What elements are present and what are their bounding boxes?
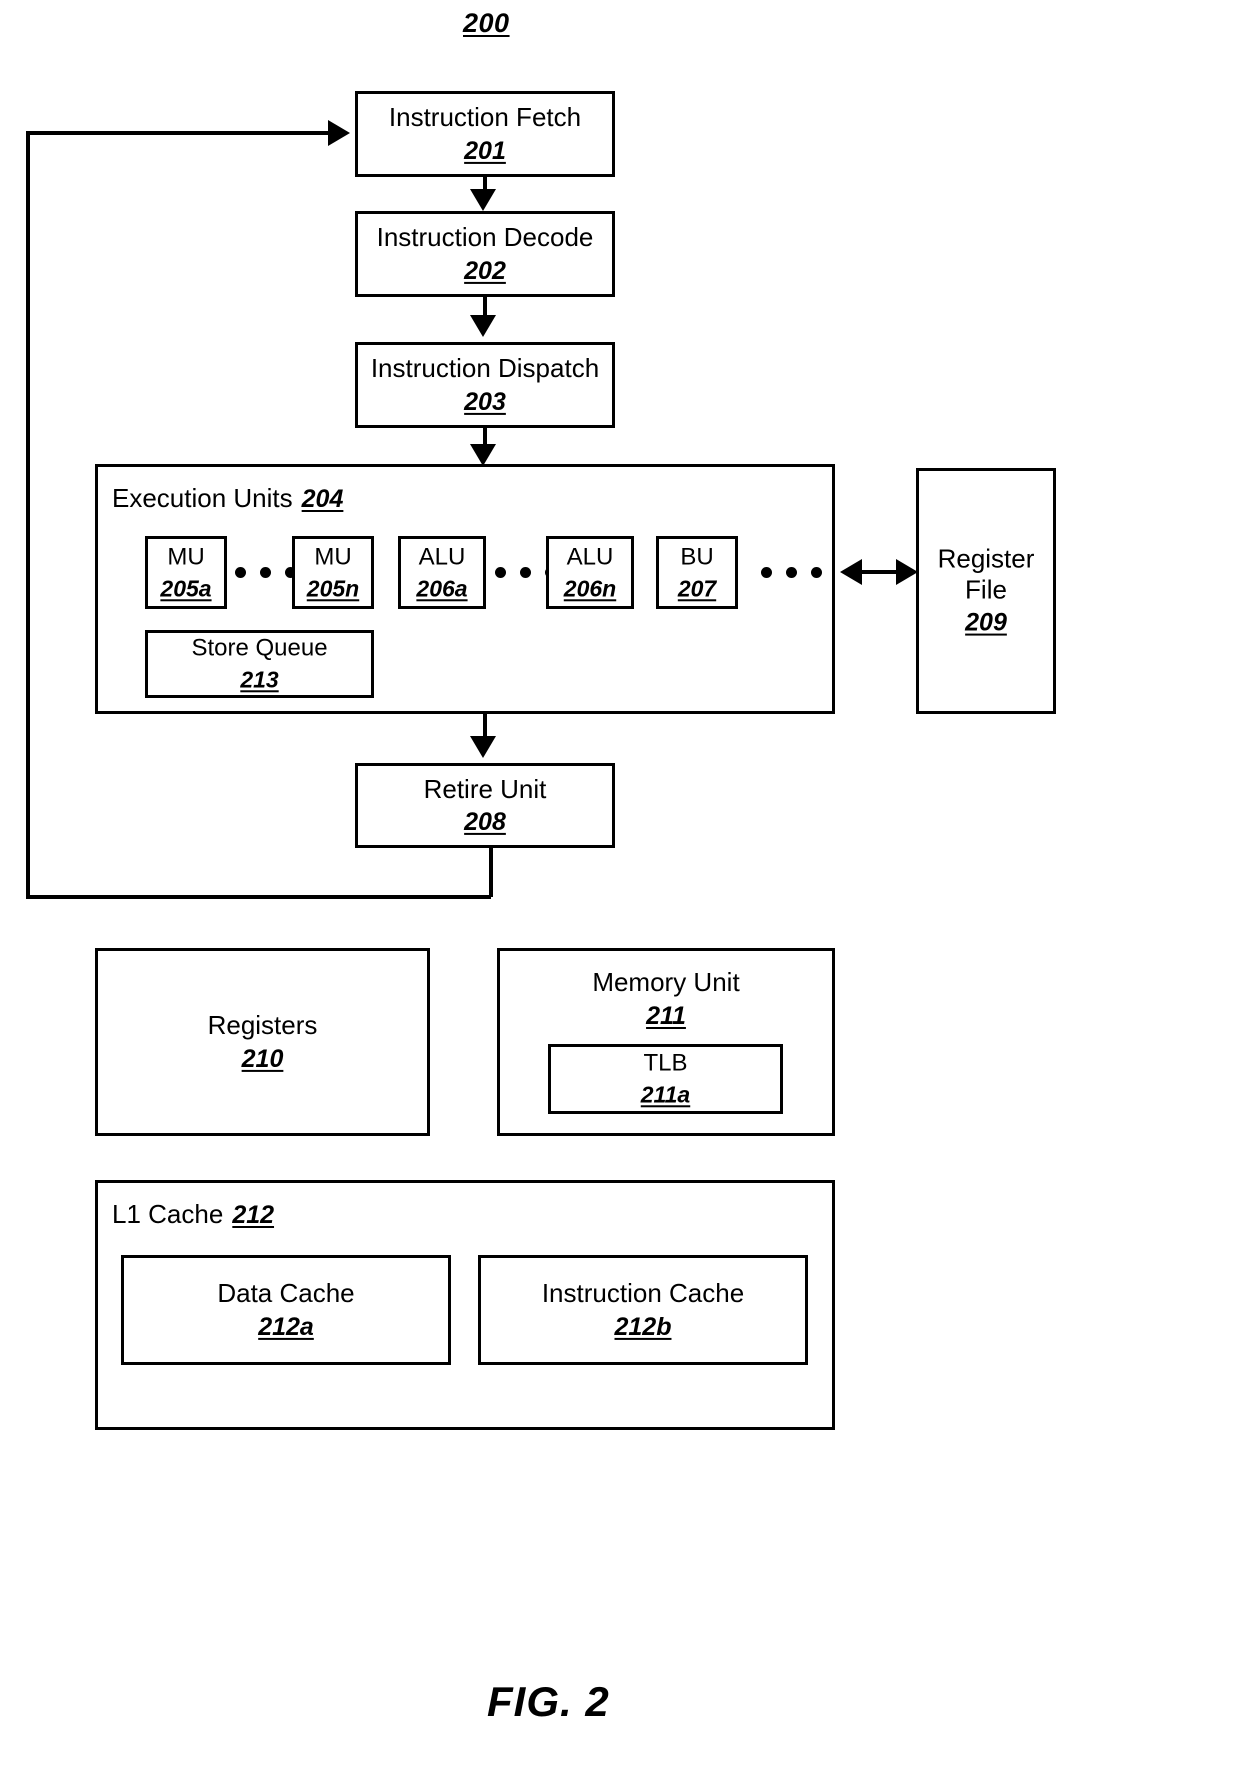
node-store-queue-title: Store Queue [191,634,328,662]
node-mu-205n-label: MU 205n [295,543,371,602]
node-retire-unit-title: Retire Unit [423,773,547,804]
node-alu-206a-title: ALU [418,542,466,570]
node-retire-unit[interactable]: Retire Unit 208 [355,763,615,848]
node-bu-207-label: BU 207 [659,543,735,602]
node-mu-205n-title: MU [314,542,352,570]
node-alu-206n-ref: 206n [563,575,617,602]
exec-regfile-arrowhead-right [896,559,918,585]
node-instruction-decode-ref: 202 [464,256,506,285]
node-instruction-dispatch-label: Instruction Dispatch 203 [358,353,612,417]
node-tlb-title: TLB [643,1049,688,1077]
node-store-queue[interactable]: Store Queue 213 [145,630,374,698]
node-memory-unit-label: Memory Unit 211 [500,967,832,1031]
node-tlb-ref: 211a [640,1081,691,1108]
node-alu-206n-title: ALU [566,542,614,570]
feedback-loop-left-riser [26,131,30,899]
connector-execution-units-to-retire-arrowhead [470,736,496,758]
node-mu-205n-ref: 205n [306,575,360,602]
node-registers[interactable]: Registers 210 [95,948,430,1136]
figure-caption: FIG. 2 [487,1678,610,1725]
node-store-queue-label: Store Queue 213 [148,634,371,693]
node-mu-205a-title: MU [167,542,205,570]
node-retire-unit-label: Retire Unit 208 [358,773,612,837]
node-data-cache[interactable]: Data Cache 212a [121,1255,451,1365]
node-memory-unit-ref: 211 [646,1002,686,1030]
group-l1-cache[interactable]: L1 Cache 212 Data Cache 212a Instruction … [95,1180,835,1430]
node-data-cache-ref: 212a [258,1312,314,1341]
node-memory-unit-title: Memory Unit [592,967,740,997]
feedback-loop-top-segment [26,131,328,135]
node-memory-unit[interactable]: Memory Unit 211 TLB 211a [497,948,835,1136]
node-register-file-ref: 209 [965,608,1007,637]
group-l1-cache-title: L1 Cache 212 [112,1199,274,1230]
node-instruction-decode-title: Instruction Decode [376,221,594,252]
connector-decode-to-dispatch-arrowhead [470,315,496,337]
node-mu-205a[interactable]: MU 205a [145,536,227,609]
node-store-queue-ref: 213 [240,666,279,693]
node-registers-ref: 210 [241,1044,284,1073]
figure-number: 200 [463,8,510,38]
node-registers-label: Registers 210 [98,1010,427,1074]
node-alu-206a[interactable]: ALU 206a [398,536,486,609]
connector-dispatch-to-execution-units-arrowhead [470,444,496,466]
node-instruction-fetch-label: Instruction Fetch 201 [358,102,612,166]
node-instruction-fetch[interactable]: Instruction Fetch 201 [355,91,615,177]
figure-canvas: 200 Instruction Fetch 201 Instruction De… [0,0,1240,1773]
node-instruction-decode-label: Instruction Decode 202 [358,222,612,286]
feedback-loop-arrowhead [328,120,350,146]
node-alu-206a-ref: 206a [416,575,468,602]
group-l1-cache-ref: 212 [232,1201,275,1229]
group-execution-units-title-text: Execution Units [112,483,293,513]
group-execution-units-ref: 204 [301,485,344,513]
group-execution-units-title: Execution Units 204 [112,483,343,514]
node-bu-207-ref: 207 [677,575,717,602]
node-instruction-dispatch-title: Instruction Dispatch [370,352,600,383]
node-instruction-cache[interactable]: Instruction Cache 212b [478,1255,808,1365]
node-instruction-fetch-title: Instruction Fetch [388,101,582,132]
node-tlb-label: TLB 211a [551,1049,780,1108]
feedback-loop-bottom-segment [26,895,491,899]
node-instruction-decode[interactable]: Instruction Decode 202 [355,211,615,297]
node-data-cache-title: Data Cache [217,1277,355,1308]
node-mu-205a-ref: 205a [160,575,212,602]
node-instruction-cache-ref: 212b [614,1312,672,1341]
node-register-file-title-line1: Register [937,543,1035,574]
node-mu-205a-label: MU 205a [148,543,224,602]
node-data-cache-label: Data Cache 212a [124,1278,448,1342]
ellipsis-execution-units-trailing [761,567,822,578]
node-register-file-label: Register File 209 [919,544,1053,639]
node-mu-205n[interactable]: MU 205n [292,536,374,609]
node-alu-206a-label: ALU 206a [401,543,483,602]
node-instruction-cache-label: Instruction Cache 212b [481,1278,805,1342]
node-tlb[interactable]: TLB 211a [548,1044,783,1114]
node-bu-207[interactable]: BU 207 [656,536,738,609]
node-register-file-title-line2: File [965,574,1007,605]
node-registers-title: Registers [207,1009,318,1040]
node-retire-unit-ref: 208 [464,808,506,837]
node-instruction-dispatch[interactable]: Instruction Dispatch 203 [355,342,615,428]
group-l1-cache-title-text: L1 Cache [112,1199,224,1229]
node-register-file[interactable]: Register File 209 [916,468,1056,714]
retire-unit-feedback-stub [489,848,493,897]
ellipsis-mu [235,567,296,578]
group-execution-units[interactable]: Execution Units 204 MU 205a MU 205n ALU 2… [95,464,835,714]
connector-fetch-to-decode-arrowhead [470,189,496,211]
node-instruction-fetch-ref: 201 [464,136,506,165]
node-alu-206n[interactable]: ALU 206n [546,536,634,609]
node-instruction-cache-title: Instruction Cache [541,1277,745,1308]
node-bu-207-title: BU [680,542,714,570]
node-instruction-dispatch-ref: 203 [464,387,506,416]
node-alu-206n-label: ALU 206n [549,543,631,602]
